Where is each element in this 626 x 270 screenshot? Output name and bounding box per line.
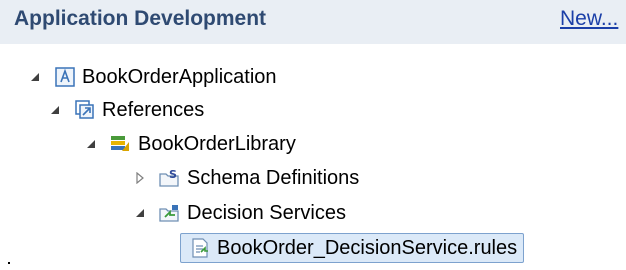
expanded-arrow-icon[interactable] bbox=[84, 129, 98, 159]
tree-item-label: Schema Definitions bbox=[187, 167, 360, 189]
panel-title: Application Development bbox=[14, 7, 267, 30]
tree-item-bookorder-decisionservice-rules[interactable]: BookOrder_DecisionService.rules bbox=[180, 233, 525, 263]
schema-definitions-icon: S bbox=[159, 167, 181, 189]
expanded-arrow-icon[interactable] bbox=[28, 62, 42, 92]
tree-item-label: BookOrder_DecisionService.rules bbox=[217, 237, 518, 259]
expanded-arrow-icon[interactable] bbox=[48, 95, 62, 125]
application-development-panel: Application Development New... BookOrder… bbox=[0, 0, 626, 270]
collapsed-arrow-icon[interactable] bbox=[133, 163, 147, 193]
decision-services-icon bbox=[159, 202, 181, 224]
tree-item-label: BookOrderLibrary bbox=[138, 133, 296, 155]
tree-item-references[interactable]: References bbox=[48, 95, 204, 125]
tree-item-decision-services[interactable]: Decision Services bbox=[133, 198, 346, 228]
tree-item-label: Decision Services bbox=[187, 202, 346, 224]
selection-highlight[interactable]: BookOrder_DecisionService.rules bbox=[180, 233, 525, 263]
tree-item-label: References bbox=[102, 99, 205, 121]
tree-item-schema-definitions[interactable]: S Schema Definitions bbox=[133, 163, 359, 193]
tree-item-bookorderapplication[interactable]: BookOrderApplication bbox=[28, 62, 277, 92]
new-link[interactable]: New... bbox=[560, 7, 618, 31]
references-icon bbox=[74, 99, 96, 121]
application-icon bbox=[54, 66, 76, 88]
panel-header: Application Development New... bbox=[0, 0, 626, 44]
rules-file-icon bbox=[189, 237, 211, 259]
focus-dot bbox=[8, 262, 10, 264]
tree-item-bookorderlibrary[interactable]: BookOrderLibrary bbox=[84, 129, 296, 159]
expanded-arrow-icon[interactable] bbox=[133, 198, 147, 228]
tree-item-label: BookOrderApplication bbox=[82, 66, 277, 88]
svg-text:S: S bbox=[169, 168, 177, 181]
library-icon bbox=[110, 133, 132, 155]
